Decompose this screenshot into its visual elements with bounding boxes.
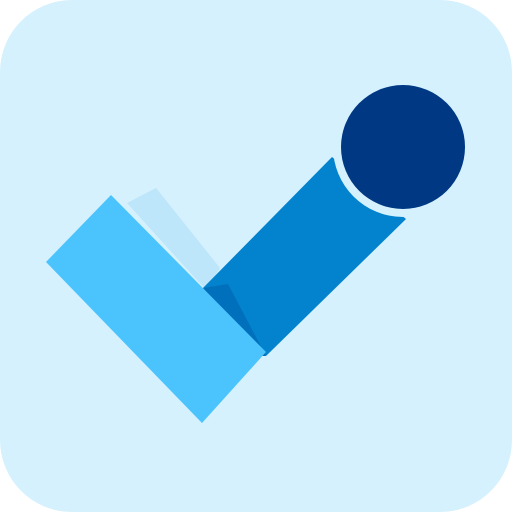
app-icon	[0, 0, 512, 512]
checkmark-icon	[0, 0, 512, 512]
checkmark-dot	[341, 85, 465, 209]
